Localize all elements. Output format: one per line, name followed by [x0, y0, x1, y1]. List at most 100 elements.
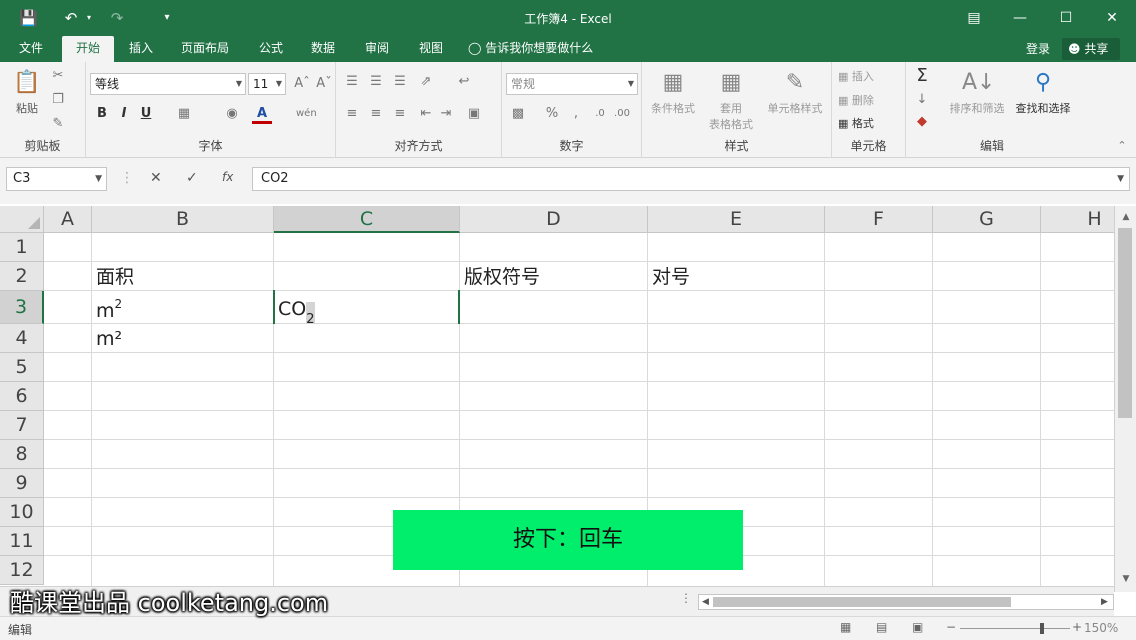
ribbon-display-icon[interactable]: ▤ [962, 6, 986, 30]
merge-center-icon[interactable]: ▣ [464, 104, 484, 124]
delete-cells-button[interactable]: ▦ 删除 [838, 92, 874, 108]
cancel-icon[interactable]: ✕ [150, 170, 162, 186]
font-name-combo[interactable]: 等线 ▼ [90, 73, 246, 95]
scroll-right-icon[interactable]: ▶ [1101, 595, 1108, 609]
align-middle-icon[interactable]: ☰ [366, 72, 386, 92]
zoom-out-icon[interactable]: − [946, 620, 956, 634]
column-header-g[interactable]: G [933, 206, 1041, 233]
vertical-scroll-thumb[interactable] [1118, 228, 1132, 418]
indent-decrease-icon[interactable]: ⇤ [416, 104, 436, 124]
tell-me-search[interactable]: ◯ 告诉我你想要做什么 [468, 36, 604, 62]
column-header-h[interactable]: H [1041, 206, 1114, 233]
conditional-format-button[interactable]: ▦ 条件格式 [646, 68, 700, 116]
cell-b4[interactable]: m² [96, 328, 122, 350]
fill-color-icon[interactable]: ◉ [222, 104, 242, 124]
row-header-11[interactable]: 11 [0, 527, 44, 556]
bold-button[interactable]: B [92, 104, 112, 124]
tab-review[interactable]: 审阅 [356, 36, 398, 62]
align-center-icon[interactable]: ≡ [366, 104, 386, 124]
page-break-view-icon[interactable]: ▣ [912, 620, 923, 634]
number-format-combo[interactable]: 常规 ▼ [506, 73, 638, 95]
cell-d2[interactable]: 版权符号 [464, 266, 540, 288]
font-color-icon[interactable]: A [252, 104, 272, 124]
increase-font-icon[interactable]: Aˆ [292, 74, 312, 94]
tab-data[interactable]: 数据 [302, 36, 344, 62]
row-header-8[interactable]: 8 [0, 440, 44, 469]
align-left-icon[interactable]: ≡ [342, 104, 362, 124]
page-layout-view-icon[interactable]: ▤ [876, 620, 887, 634]
format-painter-icon[interactable]: ✎ [48, 114, 68, 134]
enter-icon[interactable]: ✓ [186, 170, 198, 186]
format-cells-button[interactable]: ▦ 格式 [838, 115, 874, 131]
align-top-icon[interactable]: ☰ [342, 72, 362, 92]
zoom-in-icon[interactable]: + [1072, 620, 1082, 634]
name-box[interactable]: C3 ▼ [6, 167, 107, 191]
decrease-font-icon[interactable]: Aˇ [314, 74, 334, 94]
paste-button[interactable]: 📋 粘贴 [8, 68, 46, 116]
underline-button[interactable]: U [136, 104, 156, 124]
horizontal-scrollbar[interactable]: ◀ ▶ [698, 594, 1114, 610]
align-bottom-icon[interactable]: ☰ [390, 72, 410, 92]
align-right-icon[interactable]: ≡ [390, 104, 410, 124]
collapse-ribbon-icon[interactable]: ⌃ [1112, 136, 1132, 156]
zoom-slider-knob[interactable] [1040, 623, 1044, 634]
tab-file[interactable]: 文件 [10, 36, 52, 62]
row-header-7[interactable]: 7 [0, 411, 44, 440]
format-as-table-button[interactable]: ▦ 套用 表格格式 [702, 68, 760, 132]
copy-icon[interactable]: ❐ [48, 90, 68, 110]
cut-icon[interactable]: ✂ [48, 66, 68, 86]
column-header-e[interactable]: E [648, 206, 825, 233]
tab-home[interactable]: 开始 [62, 36, 114, 62]
comma-icon[interactable]: , [566, 104, 586, 124]
font-size-combo[interactable]: 11 ▼ [248, 73, 286, 95]
insert-function-icon[interactable]: fx [222, 170, 233, 184]
tab-view[interactable]: 视图 [410, 36, 452, 62]
cell-e2[interactable]: 对号 [652, 266, 690, 288]
login-link[interactable]: 登录 [1026, 40, 1050, 57]
close-button[interactable]: ✕ [1100, 6, 1124, 30]
normal-view-icon[interactable]: ▦ [840, 620, 851, 634]
column-header-f[interactable]: F [825, 206, 933, 233]
row-header-4[interactable]: 4 [0, 324, 44, 353]
row-header-5[interactable]: 5 [0, 353, 44, 382]
row-header-6[interactable]: 6 [0, 382, 44, 411]
scroll-down-icon[interactable]: ▼ [1115, 574, 1136, 584]
column-header-c[interactable]: C [274, 206, 460, 233]
row-header-2[interactable]: 2 [0, 262, 44, 291]
sort-filter-button[interactable]: A↓ 排序和筛选 [946, 68, 1008, 116]
cell-b3[interactable]: m2 [96, 298, 122, 322]
zoom-slider[interactable] [960, 628, 1070, 629]
clear-icon[interactable]: ◆ [912, 112, 932, 132]
row-header-9[interactable]: 9 [0, 469, 44, 498]
formula-input[interactable]: CO2 ▼ [252, 167, 1130, 191]
column-header-b[interactable]: B [92, 206, 274, 233]
percent-icon[interactable]: % [542, 104, 562, 124]
increase-decimal-icon[interactable]: .0 [590, 104, 610, 124]
row-header-1[interactable]: 1 [0, 233, 44, 262]
select-all-button[interactable] [0, 206, 44, 233]
currency-icon[interactable]: ▩ [508, 104, 528, 124]
tab-page-layout[interactable]: 页面布局 [172, 36, 238, 62]
border-icon[interactable]: ▦ [174, 104, 194, 124]
scroll-left-icon[interactable]: ◀ [702, 595, 709, 609]
insert-cells-button[interactable]: ▦ 插入 [838, 68, 874, 84]
row-header-10[interactable]: 10 [0, 498, 44, 527]
fill-icon[interactable]: ↓ [912, 90, 932, 110]
horizontal-scroll-thumb[interactable] [713, 597, 1011, 607]
phonetic-icon[interactable]: wén [296, 104, 317, 124]
indent-increase-icon[interactable]: ⇥ [436, 104, 456, 124]
italic-button[interactable]: I [114, 104, 134, 124]
find-select-button[interactable]: ⚲ 查找和选择 [1010, 68, 1076, 116]
cell-styles-button[interactable]: ✎ 单元格样式 [762, 68, 828, 116]
maximize-button[interactable]: ☐ [1054, 6, 1078, 30]
row-header-12[interactable]: 12 [0, 556, 44, 585]
minimize-button[interactable]: — [1008, 6, 1032, 30]
zoom-level[interactable]: 150% [1084, 621, 1118, 635]
autosum-icon[interactable]: Σ [912, 66, 932, 86]
wrap-text-icon[interactable]: ↩ [454, 72, 474, 92]
share-button[interactable]: ☻ 共享 [1062, 38, 1120, 60]
row-header-3[interactable]: 3 [0, 291, 44, 324]
vertical-scrollbar[interactable]: ▲ ▼ [1114, 206, 1136, 592]
orientation-icon[interactable]: ⇗ [416, 72, 436, 92]
more-options-icon[interactable]: ⋮ [680, 591, 692, 605]
